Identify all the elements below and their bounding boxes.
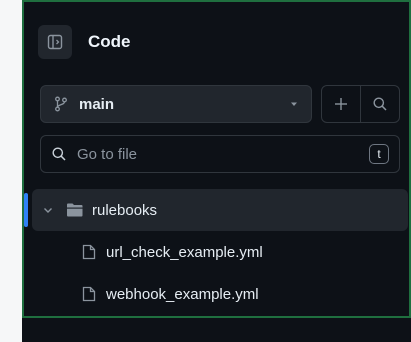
branch-name: main (79, 95, 115, 113)
sidebar-toggle-icon (47, 34, 63, 50)
tree-item-label: webhook_example.yml (106, 285, 259, 303)
search-icon (373, 97, 387, 111)
tree-file-item[interactable]: url_check_example.yml (24, 231, 411, 273)
search-icon (52, 147, 66, 161)
add-file-button[interactable] (322, 86, 360, 122)
git-branch-icon (55, 96, 67, 112)
active-indicator (24, 193, 28, 227)
tree-item-label: url_check_example.yml (106, 243, 263, 261)
file-tree-panel: Code main Go to file t rulebooks url_che… (22, 0, 411, 318)
go-to-file-placeholder: Go to file (77, 145, 138, 163)
tree-item-label: rulebooks (92, 201, 158, 219)
toggle-sidebar-button[interactable] (38, 25, 72, 59)
file-icon (82, 286, 96, 302)
file-icon (82, 244, 96, 260)
chevron-down-icon[interactable] (42, 204, 54, 216)
shortcut-key-badge: t (369, 144, 389, 164)
tree-folder-rulebooks[interactable]: rulebooks (24, 189, 408, 231)
plus-icon (335, 98, 347, 110)
branch-selector[interactable]: main (40, 85, 312, 123)
search-code-button[interactable] (360, 86, 399, 122)
folder-open-icon (67, 203, 83, 217)
triangle-down-icon (291, 102, 297, 106)
page-title: Code (88, 32, 131, 51)
panel-bottom (22, 318, 411, 342)
panel-header: Code (38, 21, 131, 63)
branch-toolbar: main (40, 85, 400, 123)
file-tree: rulebooks url_check_example.yml webhook_… (24, 189, 411, 315)
tree-file-item[interactable]: webhook_example.yml (24, 273, 411, 315)
tree-actions (321, 85, 400, 123)
go-to-file-input[interactable]: Go to file t (40, 135, 400, 173)
